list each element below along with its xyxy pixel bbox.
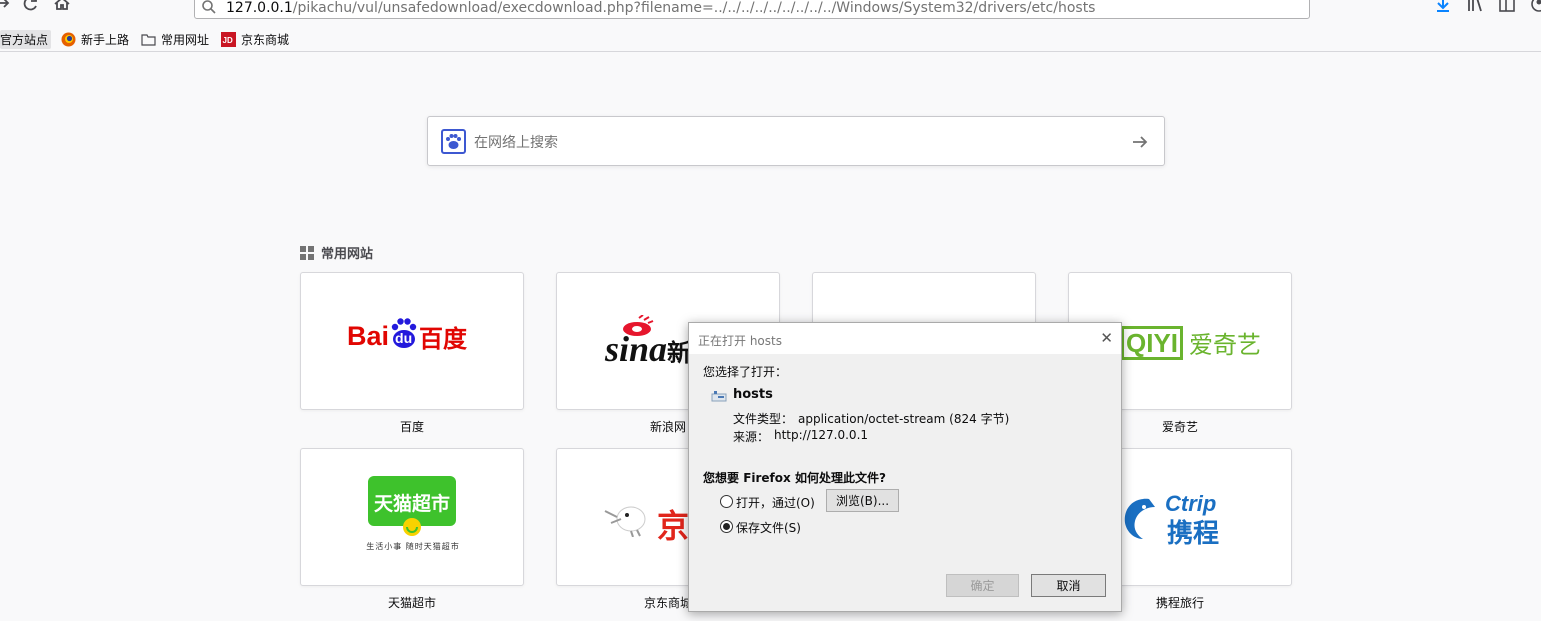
browser-toolbar: 127.0.0.1/pikachu/vul/unsafedownload/exe… [0,0,1541,26]
open-with-radio[interactable] [720,495,733,508]
bookmark-label: 新手上路 [81,33,130,47]
library-icon[interactable] [1465,0,1485,14]
url-path: /pikachu/vul/unsafedownload/execdownload… [292,0,1096,16]
bookmarks-toolbar: 官方站点 新手上路 常用网址 JD 京东商城 [0,27,1541,52]
question-app: Firefox [743,471,791,485]
top-site-tile-baidu[interactable]: Bai du 百度 [300,272,524,410]
ctrip-chinese-logo: 携程 [1167,519,1220,549]
sidebar-icon[interactable] [1497,0,1517,14]
bookmark-jd[interactable]: JD 京东商城 [221,30,289,49]
url-host: 127.0.0.1 [226,0,293,16]
url-text[interactable]: 127.0.0.1/pikachu/vul/unsafedownload/exe… [226,0,1095,16]
dialog-titlebar[interactable]: 正在打开 hosts ✕ [689,323,1121,354]
bookmark-label: 京东商城 [241,33,290,47]
search-icon [202,0,216,14]
dialog-title: 正在打开 hosts [698,334,782,348]
top-site-label[interactable]: 天猫超市 [300,594,524,611]
dialog-filename: hosts [733,387,773,402]
file-source-value: http://127.0.0.1 [774,428,869,442]
bookmark-folder-common[interactable]: 常用网址 [141,30,209,49]
top-sites-header[interactable]: 常用网站 [300,243,373,262]
browse-button[interactable]: 浏览(B)... [826,489,899,512]
baidu-paw-icon [441,129,466,154]
home-icon[interactable] [51,0,73,14]
bookmark-label: 常用网址 [161,33,210,47]
svg-text:JD: JD [223,36,233,45]
question-prefix: 您想要 [703,471,744,485]
account-icon[interactable] [1529,0,1541,14]
file-icon [711,391,727,402]
grid-icon [300,245,314,260]
bookmark-label: 官方站点 [0,33,49,47]
file-type-value: application/octet-stream (824 字节) [798,412,1010,426]
close-icon[interactable]: ✕ [1100,329,1113,347]
tmall-slogan: 生活小事 随时天猫超市 [366,542,460,551]
bookmark-getting-started[interactable]: 新手上路 [61,30,129,49]
web-search-box[interactable]: 在网络上搜索 [427,116,1165,166]
save-file-radio[interactable] [720,520,733,533]
baidu-logo: Bai du 百度 [347,317,467,354]
jd-logo: 京 [657,507,690,545]
forward-icon[interactable] [0,0,14,14]
top-site-tile-tmall[interactable]: 天猫超市 生活小事 随时天猫超市 [300,448,524,586]
download-icon[interactable] [1433,0,1453,14]
file-source-label: 来源： [733,430,770,444]
cancel-button[interactable]: 取消 [1031,574,1106,597]
ok-button[interactable]: 确定 [946,574,1019,597]
file-type-label: 文件类型： [733,412,794,426]
jd-icon: JD [221,32,236,47]
iqiyi-logo: QIYI 爱奇艺 [1121,325,1261,360]
save-file-label[interactable]: 保存文件(S) [736,519,801,536]
sina-logo: sina 新 [605,329,692,369]
bookmark-official-site[interactable]: 官方站点 [0,30,52,49]
tmall-smile-icon [403,518,421,536]
top-sites-title: 常用网站 [321,247,374,262]
search-input[interactable]: 在网络上搜索 [474,132,558,152]
folder-icon [141,34,156,46]
open-file-dialog: 正在打开 hosts ✕ 您选择了打开： hosts 文件类型： applica… [688,322,1122,612]
url-bar[interactable]: 127.0.0.1/pikachu/vul/unsafedownload/exe… [194,0,1310,19]
ctrip-dolphin-icon [1124,498,1155,539]
question-suffix: 如何处理此文件? [790,471,886,485]
search-submit-arrow-icon[interactable] [1130,132,1150,152]
dialog-question: 您想要 Firefox 如何处理此文件? [703,469,886,486]
top-site-label[interactable]: 百度 [300,418,524,435]
reload-icon[interactable] [20,0,42,14]
open-with-label[interactable]: 打开，通过(O) [736,494,815,511]
dialog-intro: 您选择了打开： [703,365,788,379]
jd-dog-icon [604,506,646,537]
firefox-icon [61,32,76,47]
